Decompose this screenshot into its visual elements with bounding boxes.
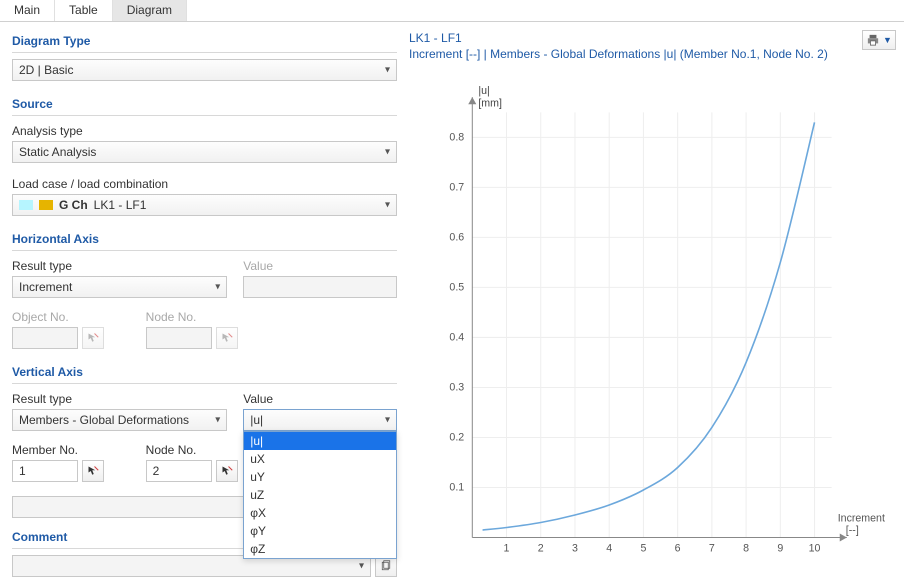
h-result-type-label: Result type bbox=[12, 257, 227, 276]
chevron-down-icon: ▼ bbox=[883, 35, 892, 45]
v-value-options: |u|uXuYuZφXφYφZ bbox=[243, 431, 397, 559]
svg-text:0.1: 0.1 bbox=[449, 482, 464, 494]
h-value-label: Value bbox=[243, 257, 397, 276]
v-value-option[interactable]: φY bbox=[244, 522, 396, 540]
svg-text:4: 4 bbox=[606, 543, 612, 555]
analysis-type-select[interactable]: Static Analysis ▾ bbox=[12, 141, 397, 163]
v-member-no-label: Member No. bbox=[12, 441, 130, 460]
loadcase-value: LK1 - LF1 bbox=[94, 198, 147, 212]
diagram-type-value: 2D | Basic bbox=[19, 63, 73, 77]
svg-text:0.2: 0.2 bbox=[449, 432, 464, 444]
v-value-option[interactable]: |u| bbox=[244, 432, 396, 450]
chevron-down-icon: ▾ bbox=[385, 415, 390, 426]
v-node-no-input[interactable]: 2 bbox=[146, 460, 212, 482]
v-result-type-label: Result type bbox=[12, 390, 227, 409]
svg-text:0.6: 0.6 bbox=[449, 231, 464, 243]
pick-node-button bbox=[216, 327, 238, 349]
tabbar: Main Table Diagram bbox=[0, 0, 904, 22]
chart-title-line1: LK1 - LF1 bbox=[409, 30, 862, 46]
svg-text:3: 3 bbox=[572, 543, 578, 555]
svg-text:1: 1 bbox=[504, 543, 510, 555]
tab-table[interactable]: Table bbox=[55, 0, 113, 21]
chart-panel: LK1 - LF1 Increment [--] | Members - Glo… bbox=[405, 22, 904, 588]
analysis-type-value: Static Analysis bbox=[19, 145, 96, 159]
h-result-type-select[interactable]: Increment ▾ bbox=[12, 276, 227, 298]
printer-icon bbox=[866, 34, 880, 46]
v-value-option[interactable]: φX bbox=[244, 504, 396, 522]
copy-icon bbox=[380, 560, 392, 572]
h-object-no-input bbox=[12, 327, 78, 349]
loadcase-label: Load case / load combination bbox=[12, 175, 397, 194]
v-result-type-value: Members - Global Deformations bbox=[19, 413, 189, 427]
tab-diagram[interactable]: Diagram bbox=[113, 0, 187, 21]
svg-text:7: 7 bbox=[709, 543, 715, 555]
svg-text:[--]: [--] bbox=[846, 524, 859, 536]
section-haxis: Horizontal Axis bbox=[12, 230, 397, 251]
svg-text:6: 6 bbox=[675, 543, 681, 555]
v-value-option[interactable]: φZ bbox=[244, 540, 396, 558]
svg-text:0.7: 0.7 bbox=[449, 181, 464, 193]
svg-text:[mm]: [mm] bbox=[478, 97, 502, 109]
loadcase-badge: G Ch bbox=[59, 198, 88, 212]
chevron-down-icon: ▾ bbox=[359, 561, 364, 572]
v-value-selected: |u| bbox=[250, 413, 263, 427]
settings-panel: Diagram Type 2D | Basic ▾ Source Analysi… bbox=[0, 22, 405, 588]
svg-text:2: 2 bbox=[538, 543, 544, 555]
section-diagram-type: Diagram Type bbox=[12, 32, 397, 53]
svg-text:0.5: 0.5 bbox=[449, 281, 464, 293]
analysis-type-label: Analysis type bbox=[12, 122, 397, 141]
svg-text:0.4: 0.4 bbox=[449, 331, 464, 343]
v-result-type-select[interactable]: Members - Global Deformations ▾ bbox=[12, 409, 227, 431]
h-node-no-label: Node No. bbox=[146, 308, 264, 327]
v-value-option[interactable]: uY bbox=[244, 468, 396, 486]
svg-text:8: 8 bbox=[743, 543, 749, 555]
h-object-no-label: Object No. bbox=[12, 308, 130, 327]
loadcase-select[interactable]: G Ch LK1 - LF1 ▾ bbox=[12, 194, 397, 216]
chevron-down-icon: ▾ bbox=[215, 282, 220, 293]
loadcase-swatch-1 bbox=[19, 200, 33, 210]
h-result-type-value: Increment bbox=[19, 280, 72, 294]
loadcase-value-wrap: G Ch LK1 - LF1 bbox=[19, 198, 146, 212]
v-value-option[interactable]: uX bbox=[244, 450, 396, 468]
chevron-down-icon: ▾ bbox=[385, 65, 390, 76]
svg-text:|u|: |u| bbox=[478, 85, 489, 97]
svg-text:0.8: 0.8 bbox=[449, 131, 464, 143]
v-value-option[interactable]: uZ bbox=[244, 486, 396, 504]
cursor-pick-icon bbox=[87, 465, 99, 477]
chevron-down-icon: ▾ bbox=[385, 200, 390, 211]
pick-object-button bbox=[82, 327, 104, 349]
v-value-select[interactable]: |u| ▾ |u|uXuYuZφXφYφZ bbox=[243, 409, 397, 431]
pick-member-button[interactable] bbox=[82, 460, 104, 482]
chevron-down-icon: ▾ bbox=[215, 415, 220, 426]
chart-title-line2: Increment [--] | Members - Global Deform… bbox=[409, 46, 862, 62]
v-value-label: Value bbox=[243, 390, 397, 409]
print-button[interactable]: ▼ bbox=[862, 30, 896, 50]
loadcase-swatch-2 bbox=[39, 200, 53, 210]
cursor-pick-icon bbox=[221, 332, 233, 344]
line-chart: 1 2 3 4 5 6 7 8 9 10 0.1 0.2 0.3 0.4 0.5 0.6 0.7 0.8 |u|[m… bbox=[415, 82, 894, 578]
svg-text:0.3: 0.3 bbox=[449, 381, 464, 393]
svg-text:10: 10 bbox=[809, 543, 821, 555]
v-member-no-input[interactable]: 1 bbox=[12, 460, 78, 482]
h-value-input bbox=[243, 276, 397, 298]
h-node-no-input bbox=[146, 327, 212, 349]
svg-text:Increment: Increment bbox=[838, 512, 885, 524]
section-source: Source bbox=[12, 95, 397, 116]
chevron-down-icon: ▾ bbox=[385, 147, 390, 158]
svg-text:5: 5 bbox=[640, 543, 646, 555]
section-vaxis: Vertical Axis bbox=[12, 363, 397, 384]
pick-node-button-2[interactable] bbox=[216, 460, 238, 482]
diagram-type-select[interactable]: 2D | Basic ▾ bbox=[12, 59, 397, 81]
cursor-pick-icon bbox=[87, 332, 99, 344]
svg-text:9: 9 bbox=[777, 543, 783, 555]
cursor-pick-icon bbox=[221, 465, 233, 477]
chart-area: 1 2 3 4 5 6 7 8 9 10 0.1 0.2 0.3 0.4 0.5 0.6 0.7 0.8 |u|[m… bbox=[415, 82, 894, 578]
tab-main[interactable]: Main bbox=[0, 0, 55, 21]
